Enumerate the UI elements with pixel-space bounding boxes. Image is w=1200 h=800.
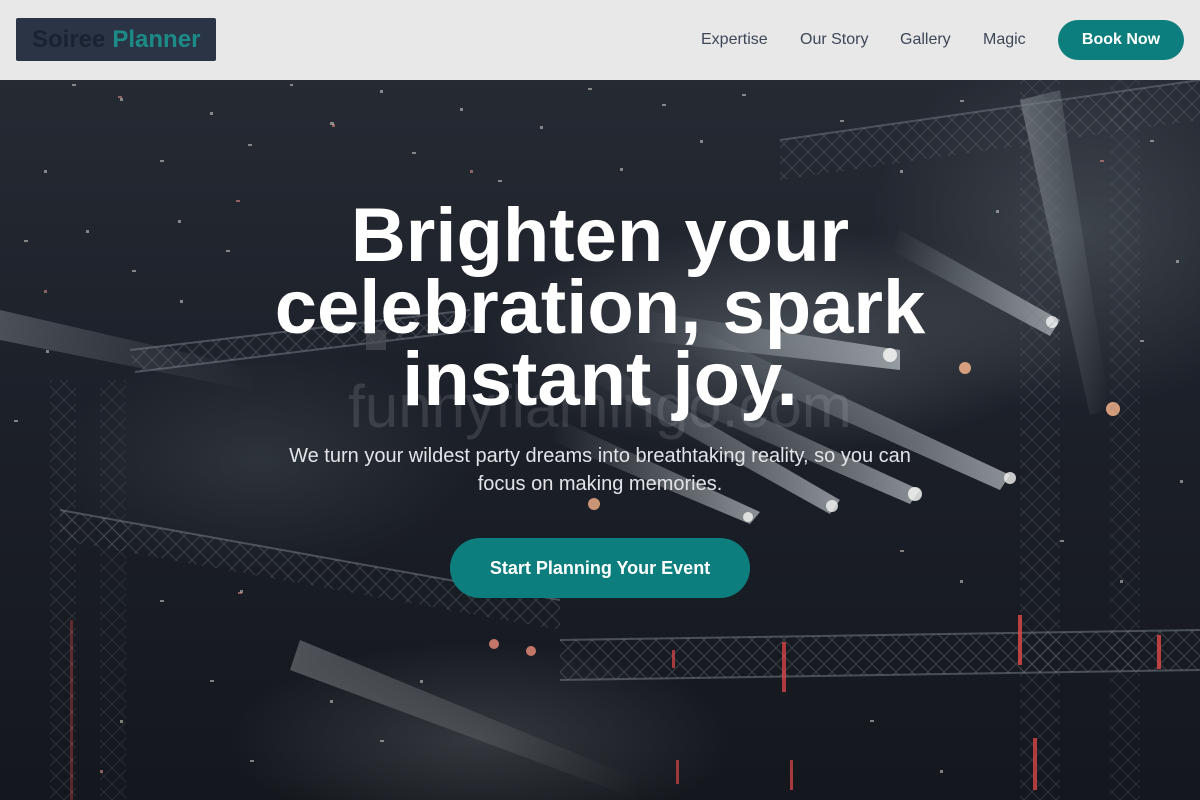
nav-link-magic[interactable]: Magic (983, 30, 1026, 50)
nav-links: Expertise Our Story Gallery Magic (0, 0, 1200, 80)
book-now-button[interactable]: Book Now (1058, 20, 1184, 60)
navbar: Soiree Planner Expertise Our Story Galle… (0, 0, 1200, 80)
nav-link-our-story[interactable]: Our Story (800, 30, 868, 50)
nav-link-gallery[interactable]: Gallery (900, 30, 951, 50)
hero-section: funnyflamingo.com Brighten your celebrat… (0, 80, 1200, 800)
hero-content: funnyflamingo.com Brighten your celebrat… (0, 80, 1200, 800)
start-planning-button[interactable]: Start Planning Your Event (450, 538, 750, 598)
nav-link-expertise[interactable]: Expertise (701, 30, 768, 50)
hero-subtitle: We turn your wildest party dreams into b… (289, 445, 911, 495)
hero-headline: Brighten your celebration, spark instant… (274, 193, 926, 422)
